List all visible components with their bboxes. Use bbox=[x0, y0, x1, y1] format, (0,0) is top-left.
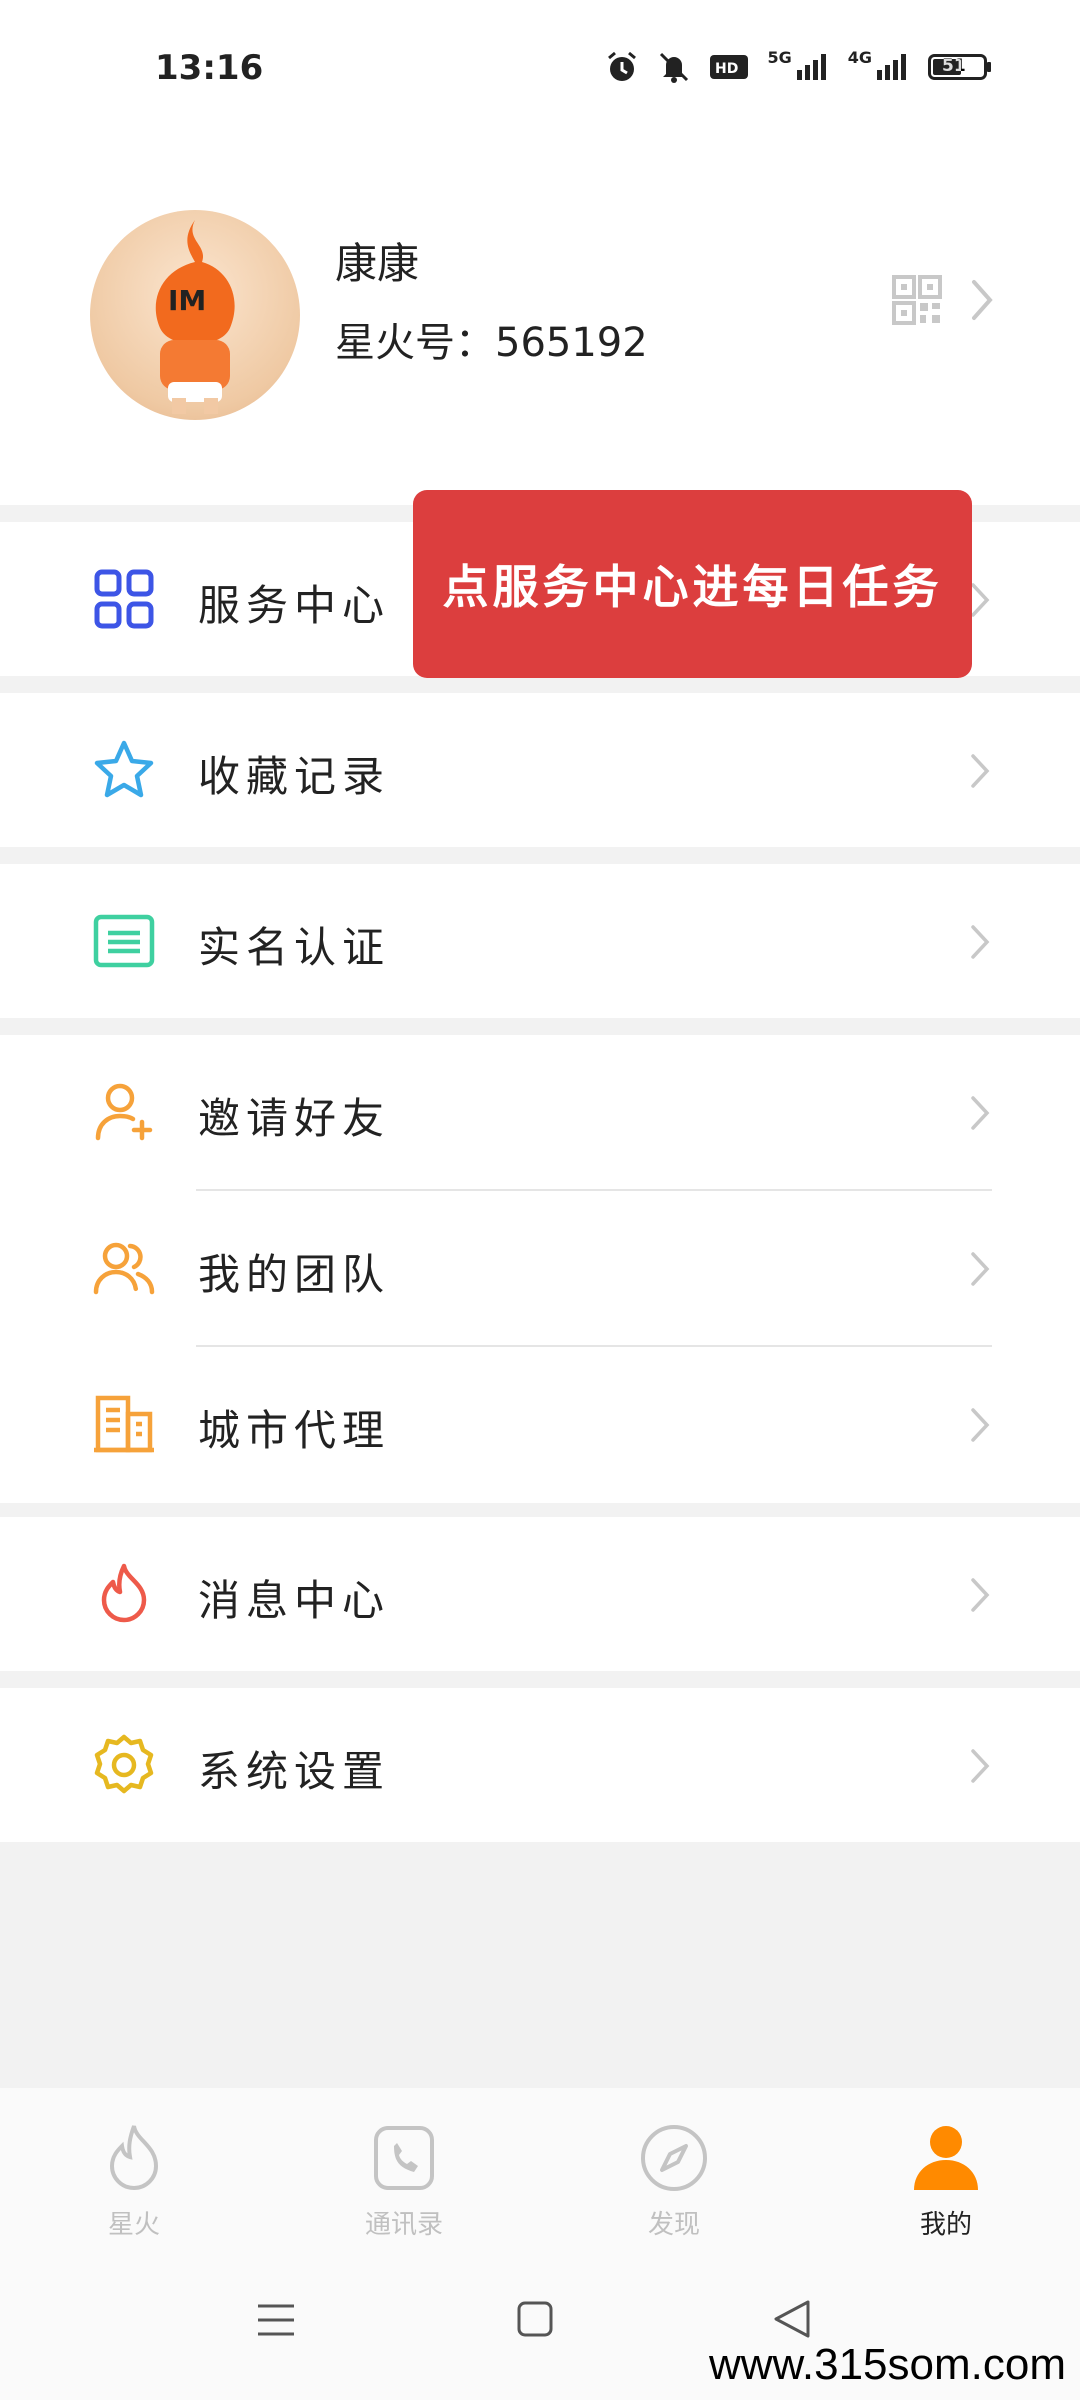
status-icons: HD 5G 4G 51 bbox=[605, 50, 992, 84]
chevron-right-icon bbox=[971, 1096, 990, 1130]
chevron-right-icon bbox=[971, 1252, 990, 1286]
avatar[interactable]: IM bbox=[90, 210, 300, 420]
menu-label: 邀请好友 bbox=[198, 1094, 391, 1143]
svg-text:HD: HD bbox=[715, 61, 738, 77]
flame-icon bbox=[109, 2125, 159, 2190]
chevron-right-icon bbox=[971, 583, 990, 617]
qr-code-icon[interactable] bbox=[892, 275, 942, 325]
profile-header[interactable]: IM 康康 星火号：565192 bbox=[0, 140, 1080, 505]
menu-item-message-center[interactable]: 消息中心 bbox=[0, 1517, 1080, 1671]
status-bar: 13:16 HD 5G 4G 51 bbox=[0, 0, 1080, 140]
tab-label: 星火 bbox=[107, 2210, 160, 2240]
signal-5g-icon: 5G bbox=[767, 50, 829, 82]
back-triangle-icon[interactable] bbox=[772, 2298, 812, 2340]
tab-label: 发现 bbox=[647, 2210, 700, 2240]
menu-label: 我的团队 bbox=[198, 1250, 391, 1299]
menu-label: 收藏记录 bbox=[198, 752, 391, 801]
svg-text:IM: IM bbox=[168, 284, 206, 317]
watermark-text: www.315som.com bbox=[708, 2340, 1066, 2389]
battery-icon: 51 bbox=[928, 52, 992, 82]
add-user-icon bbox=[95, 1083, 153, 1141]
menu-group-social: 邀请好友 我的团队 城市代理 bbox=[0, 1035, 1080, 1503]
task-hint-banner: 点服务中心进每日任务 bbox=[413, 490, 972, 678]
tab-label: 通讯录 bbox=[364, 2210, 443, 2240]
star-icon bbox=[94, 740, 154, 798]
menu-icon[interactable] bbox=[256, 2302, 296, 2338]
system-nav-bar: www.315som.com bbox=[0, 2250, 1080, 2400]
mascot-avatar-icon: IM bbox=[155, 220, 235, 414]
grid-icon bbox=[94, 569, 154, 629]
menu-item-favorites[interactable]: 收藏记录 bbox=[0, 693, 1080, 847]
menu-label: 系统设置 bbox=[198, 1747, 391, 1796]
chevron-right-icon bbox=[971, 1408, 990, 1442]
bottom-tab-bar: 星火 通讯录 发现 我的 bbox=[0, 2088, 1080, 2250]
chevron-right-icon bbox=[971, 1749, 990, 1783]
phone-book-icon bbox=[374, 2126, 434, 2190]
spark-id: 星火号：565192 bbox=[335, 320, 648, 366]
menu-item-city-agent[interactable]: 城市代理 bbox=[0, 1347, 1080, 1503]
menu-item-invite-friends[interactable]: 邀请好友 bbox=[0, 1035, 1080, 1191]
hd-icon: HD bbox=[710, 55, 749, 79]
menu-group-verify: 实名认证 bbox=[0, 864, 1080, 1018]
menu-group-messages: 消息中心 bbox=[0, 1517, 1080, 1671]
id-card-icon bbox=[93, 914, 155, 968]
tab-discover[interactable]: 发现 bbox=[604, 2122, 744, 2241]
menu-label: 消息中心 bbox=[198, 1576, 391, 1625]
chevron-right-icon bbox=[972, 280, 993, 320]
nickname: 康康 bbox=[335, 239, 420, 288]
building-icon bbox=[94, 1395, 154, 1453]
flame-icon bbox=[101, 1563, 147, 1623]
gear-icon bbox=[94, 1734, 154, 1794]
menu-label: 实名认证 bbox=[198, 923, 391, 972]
menu-group-settings: 系统设置 bbox=[0, 1688, 1080, 1842]
menu-item-system-settings[interactable]: 系统设置 bbox=[0, 1688, 1080, 1842]
chevron-right-icon bbox=[971, 925, 990, 959]
menu-group-favorites: 收藏记录 bbox=[0, 693, 1080, 847]
tab-label: 我的 bbox=[919, 2210, 972, 2240]
compass-icon bbox=[641, 2125, 707, 2191]
menu-item-real-name[interactable]: 实名认证 bbox=[0, 864, 1080, 1018]
team-icon bbox=[93, 1242, 155, 1295]
menu-label: 城市代理 bbox=[198, 1406, 391, 1455]
tab-spark[interactable]: 星火 bbox=[64, 2122, 204, 2241]
tab-mine[interactable]: 我的 bbox=[876, 2122, 1016, 2241]
tab-contacts[interactable]: 通讯录 bbox=[334, 2122, 474, 2241]
alarm-icon bbox=[608, 51, 637, 81]
status-time: 13:16 bbox=[155, 48, 264, 88]
menu-item-my-team[interactable]: 我的团队 bbox=[0, 1191, 1080, 1347]
mute-icon bbox=[660, 52, 689, 83]
menu-label: 服务中心 bbox=[198, 581, 391, 630]
signal-4g-icon: 4G bbox=[848, 50, 910, 82]
chevron-right-icon bbox=[971, 1578, 990, 1612]
user-icon bbox=[914, 2126, 978, 2190]
home-square-icon[interactable] bbox=[516, 2300, 554, 2338]
chevron-right-icon bbox=[971, 754, 990, 788]
